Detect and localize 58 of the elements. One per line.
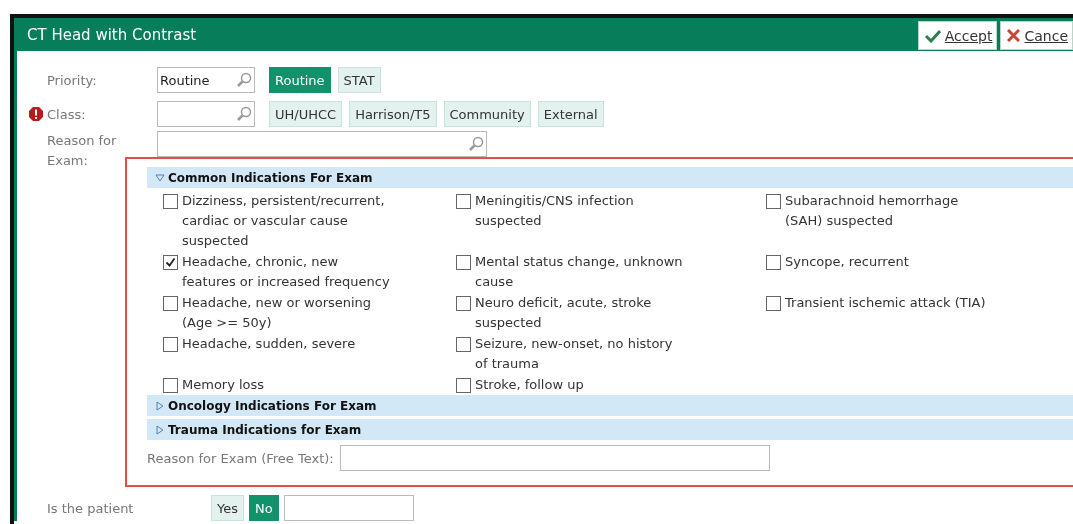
close-icon (1007, 29, 1021, 42)
checkbox-label: Memory loss (182, 376, 265, 394)
section-header[interactable]: Trauma Indications for Exam (147, 419, 1073, 440)
answer-option[interactable]: No (249, 495, 279, 521)
free-text-field[interactable] (339, 445, 770, 471)
class-option[interactable]: UH/UHCC (269, 101, 343, 127)
checkbox-label: Subarachnoid hemorrhage (SAH) suspected (785, 192, 960, 230)
checkbox-label: Transient ischemic attack (TIA) (785, 294, 986, 312)
checkbox[interactable] (163, 337, 178, 352)
collapse-icon (155, 172, 165, 183)
checkbox[interactable] (163, 194, 178, 209)
checkbox-label: Neuro deficit, acute, stroke suspected (475, 294, 653, 332)
checkmark-icon (924, 28, 941, 43)
checkbox[interactable] (456, 194, 471, 209)
checkbox-label: Headache, sudden, severe (182, 335, 356, 353)
checkbox-label: Mental status change, unknown cause (475, 253, 684, 291)
checkbox-label: Headache, chronic, new features or increased frequency (182, 253, 391, 291)
search-icon (468, 136, 484, 152)
checkbox[interactable] (766, 255, 781, 270)
answer-option[interactable]: Yes (211, 495, 244, 521)
class-option[interactable]: Harrison/T5 (349, 101, 437, 127)
class-field[interactable] (157, 101, 255, 127)
checkbox[interactable] (456, 255, 471, 270)
field-label: Priority: (47, 72, 98, 88)
reason-field[interactable] (157, 131, 487, 157)
expand-icon (155, 400, 165, 411)
search-icon (236, 72, 252, 88)
expand-icon (155, 424, 165, 435)
section-header[interactable]: Oncology Indications For Exam (147, 395, 1073, 416)
class-option[interactable]: External (537, 101, 604, 127)
field-label: Reason for Exam (Free Text): (147, 450, 334, 466)
priority-option[interactable]: STAT (337, 67, 381, 93)
field-label: Class: (47, 106, 151, 122)
priority-option[interactable]: Routine (269, 67, 331, 93)
checkbox-label: Seizure, new-onset, no history of trauma (475, 335, 674, 373)
checkbox[interactable] (456, 378, 471, 393)
checkbox[interactable] (766, 296, 781, 311)
checkbox-label: Dizziness, persistent/recurrent, cardiac or vascular cause suspected (182, 192, 386, 250)
checkbox-label: Headache, new or worsening (Age >= 50y) (182, 294, 373, 332)
checkbox[interactable] (163, 296, 178, 311)
window-title: CT Head with Contrast (27, 25, 197, 44)
section-header[interactable]: Common Indications For Exam (147, 167, 1073, 188)
cancel-button[interactable]: Cance (1000, 21, 1073, 50)
checkbox[interactable] (456, 337, 471, 352)
checkbox[interactable] (766, 194, 781, 209)
checkbox-label: Stroke, follow up (475, 376, 584, 394)
checkbox[interactable] (456, 296, 471, 311)
accept-button[interactable]: Accept (917, 21, 998, 50)
search-icon (236, 106, 252, 122)
priority-field[interactable]: Routine (157, 67, 255, 93)
checkbox-label: Syncope, recurrent (785, 253, 909, 271)
checkbox[interactable] (163, 378, 178, 393)
class-option[interactable]: Community (443, 101, 531, 127)
answer-field[interactable] (283, 495, 414, 521)
field-label: Reason for Exam: (47, 132, 118, 170)
checkbox-label: Meningitis/CNS infection suspected (475, 192, 635, 230)
field-label: Is the patient (47, 500, 135, 516)
checkbox[interactable] (163, 255, 178, 270)
